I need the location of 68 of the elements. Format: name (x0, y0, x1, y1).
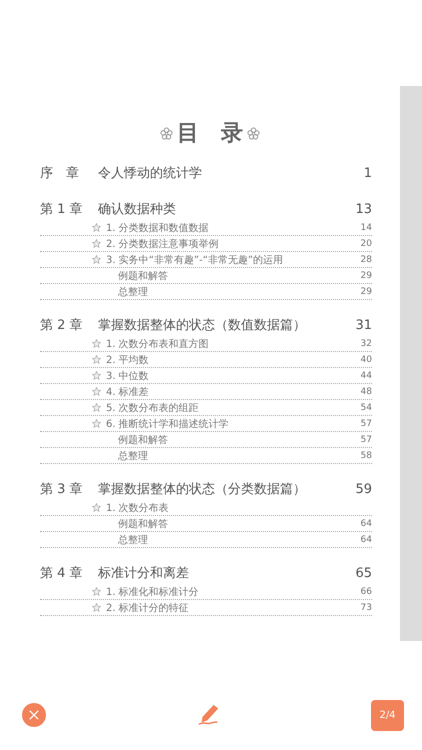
star-icon (92, 419, 101, 428)
chapter-label: 第 4 章 (40, 565, 84, 582)
page-number: 59 (355, 482, 372, 496)
entry-title: 2. 分类数据注意事项举例 (106, 238, 220, 250)
page-number: 48 (360, 386, 372, 396)
page-number: 20 (360, 238, 372, 248)
star-icon (92, 223, 101, 232)
star-icon (92, 239, 101, 248)
close-icon (28, 709, 40, 721)
page-number: 40 (360, 354, 372, 364)
toc-title: 目 录 (177, 120, 243, 148)
star-icon (92, 387, 101, 396)
page-number: 31 (355, 318, 372, 332)
chapter-title: 确认数据种类 (98, 201, 177, 218)
star-icon (92, 339, 101, 348)
page-number: 64 (360, 518, 372, 528)
star-icon (92, 371, 101, 380)
page-number: 44 (360, 370, 372, 380)
entry-title: 1. 次数分布表和直方图 (106, 338, 210, 350)
page-number: 64 (360, 534, 372, 544)
entry-title: 6. 推断统计学和描述统计学 (106, 418, 230, 430)
page-number: 58 (360, 450, 372, 460)
entry-title: 例题和解答 (118, 434, 169, 446)
page-number: 29 (360, 270, 372, 280)
chapter-title: 标准计分和离差 (98, 565, 190, 582)
entry-title: 总整理 (118, 450, 149, 462)
page-number: 28 (360, 254, 372, 264)
page-number: 57 (360, 418, 372, 428)
entry-title: 2. 平均数 (106, 354, 150, 366)
chapter-label: 序 章 (40, 165, 80, 182)
page-number: 57 (360, 434, 372, 444)
chapter-label: 第 2 章 (40, 317, 84, 334)
flower-icon (247, 126, 260, 140)
page-number: 54 (360, 402, 372, 412)
page-number: 13 (355, 202, 372, 216)
page-number: 32 (360, 338, 372, 348)
entry-title: 1. 标准化和标准计分 (106, 586, 200, 598)
chapter-title: 掌握数据整体的状态（数值数据篇） (98, 317, 307, 334)
entry-title: 例题和解答 (118, 270, 169, 282)
page-indicator[interactable]: 2/4 (371, 700, 404, 730)
star-icon (92, 503, 101, 512)
chapter-title: 掌握数据整体的状态（分类数据篇） (98, 481, 307, 498)
star-icon (92, 603, 101, 612)
page-number: 1 (364, 166, 372, 180)
entry-title: 5. 次数分布表的组距 (106, 402, 200, 414)
flower-icon (160, 126, 173, 140)
page-number: 65 (355, 566, 372, 580)
page-number: 73 (360, 602, 372, 612)
chapter-label: 第 3 章 (40, 481, 84, 498)
entry-title: 1. 分类数据和数值数据 (106, 222, 210, 234)
chapter-title: 令人悸动的统计学 (98, 165, 203, 182)
entry-title: 总整理 (118, 534, 149, 546)
entry-title: 例题和解答 (118, 518, 169, 530)
entry-title: 3. 中位数 (106, 370, 150, 382)
entry-title: 总整理 (118, 286, 149, 298)
star-icon (92, 255, 101, 264)
close-button[interactable] (22, 703, 46, 727)
page-number: 29 (360, 286, 372, 296)
page-number: 14 (360, 222, 372, 232)
entry-title: 3. 实务中“非常有趣”-“非常无趣”的运用 (106, 254, 284, 266)
star-icon (92, 403, 101, 412)
entry-title: 1. 次数分布表 (106, 502, 170, 514)
star-icon (92, 587, 101, 596)
page-number: 66 (360, 586, 372, 596)
star-icon (92, 355, 101, 364)
chapter-label: 第 1 章 (40, 201, 84, 218)
entry-title: 4. 标准差 (106, 386, 150, 398)
entry-title: 2. 标准计分的特征 (106, 602, 190, 614)
